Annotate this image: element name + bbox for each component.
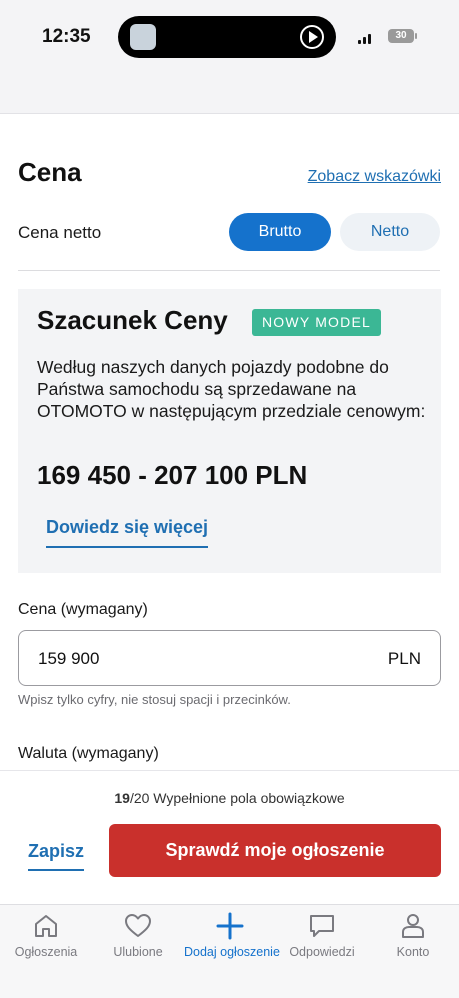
progress-total: /20 bbox=[129, 790, 150, 806]
status-time: 12:35 bbox=[42, 26, 91, 47]
home-icon bbox=[35, 915, 57, 937]
page-title: Cena bbox=[18, 157, 82, 187]
price-helper-text: Wpisz tylko cyfry, nie stosuj spacji i p… bbox=[18, 692, 291, 707]
price-input-value[interactable]: 159 900 bbox=[38, 649, 99, 669]
tab-label: Konto bbox=[396, 945, 430, 959]
battery-icon: 30 bbox=[388, 29, 417, 43]
dynamic-island bbox=[118, 16, 336, 58]
now-playing-thumbnail bbox=[130, 24, 156, 50]
tab-label: Ulubione bbox=[113, 945, 163, 959]
required-fields-progress: 19/20 Wypełnione pola obowiązkowe bbox=[0, 790, 459, 806]
plus-icon bbox=[216, 912, 244, 940]
tab-label: Dodaj ogłoszenie bbox=[184, 945, 280, 959]
save-button[interactable]: Zapisz bbox=[28, 841, 85, 871]
action-panel: 19/20 Wypełnione pola obowiązkowe Zapisz… bbox=[0, 770, 459, 904]
status-bar: 12:35 30 bbox=[0, 0, 459, 114]
price-estimate-card: Szacunek Ceny NOWY MODEL Według naszych … bbox=[18, 289, 441, 573]
divider bbox=[18, 270, 440, 271]
check-listing-button[interactable]: Sprawdź moje ogłoszenie bbox=[109, 824, 441, 877]
tab-label: Ogłoszenia bbox=[14, 945, 78, 959]
progress-done: 19 bbox=[114, 790, 130, 806]
tab-ogloszenia[interactable]: Ogłoszenia bbox=[0, 911, 92, 959]
estimate-title: Szacunek Ceny bbox=[37, 305, 228, 335]
netto-toggle-button[interactable]: Netto bbox=[340, 213, 440, 251]
price-currency-unit: PLN bbox=[387, 649, 421, 668]
new-model-badge: NOWY MODEL bbox=[252, 309, 381, 336]
tab-dodaj-ogloszenie[interactable]: Dodaj ogłoszenie bbox=[184, 911, 280, 959]
estimate-price-range: 169 450 - 207 100 PLN bbox=[37, 460, 308, 490]
learn-more-link[interactable]: Dowiedz się więcej bbox=[46, 517, 209, 548]
play-icon bbox=[300, 25, 324, 49]
net-price-label: Cena netto bbox=[18, 223, 102, 242]
price-field-label: Cena (wymagany) bbox=[18, 601, 148, 618]
estimate-description: Według naszych danych pojazdy podobne do… bbox=[37, 357, 426, 421]
signal-icon bbox=[358, 30, 378, 44]
price-input[interactable]: 159 900 PLN bbox=[18, 630, 441, 686]
tab-bar: Ogłoszenia Ulubione Dodaj ogłoszenie Odp… bbox=[0, 904, 459, 998]
tab-konto[interactable]: Konto bbox=[367, 911, 459, 959]
tab-ulubione[interactable]: Ulubione bbox=[92, 911, 184, 959]
progress-text: Wypełnione pola obowiązkowe bbox=[153, 790, 345, 806]
brutto-toggle-button[interactable]: Brutto bbox=[229, 213, 331, 251]
tab-label: Odpowiedzi bbox=[289, 945, 355, 959]
tab-odpowiedzi[interactable]: Odpowiedzi bbox=[276, 911, 368, 959]
battery-level: 30 bbox=[395, 30, 407, 41]
chat-icon bbox=[310, 915, 334, 937]
currency-field-label: Waluta (wymagany) bbox=[18, 745, 159, 762]
hints-link[interactable]: Zobacz wskazówki bbox=[308, 168, 441, 186]
user-icon bbox=[402, 914, 424, 938]
heart-icon bbox=[125, 914, 151, 937]
